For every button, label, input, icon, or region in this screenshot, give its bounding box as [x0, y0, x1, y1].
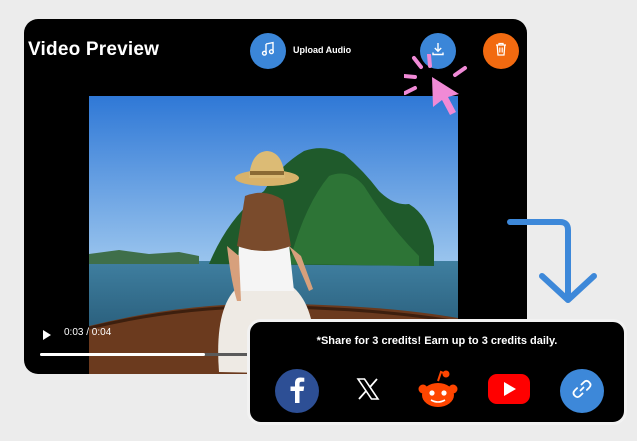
share-youtube-button[interactable] [487, 369, 531, 413]
share-panel: *Share for 3 credits! Earn up to 3 credi… [247, 319, 627, 425]
page-title: Video Preview [28, 39, 160, 60]
play-icon[interactable] [42, 328, 52, 346]
delete-button[interactable] [483, 33, 519, 69]
facebook-icon [287, 375, 307, 408]
share-facebook-button[interactable] [275, 369, 319, 413]
share-message: *Share for 3 credits! Earn up to 3 credi… [316, 335, 558, 347]
cursor-click-icon [402, 53, 470, 123]
copy-link-button[interactable] [560, 369, 604, 413]
upload-audio-label[interactable]: Upload Audio [293, 45, 351, 55]
music-note-icon [260, 41, 276, 62]
x-icon [356, 377, 380, 406]
arrow-down-right-icon [506, 216, 602, 311]
upload-audio-button[interactable] [250, 33, 286, 69]
time-display: 0:03 / 0:04 [64, 327, 112, 338]
trash-icon [493, 41, 509, 62]
seek-bar[interactable] [40, 353, 260, 356]
reddit-icon [416, 369, 460, 414]
seek-bar-fill [40, 353, 205, 356]
youtube-icon [487, 373, 531, 410]
share-reddit-button[interactable] [416, 369, 460, 413]
link-icon [571, 378, 593, 405]
share-x-button[interactable] [346, 369, 390, 413]
